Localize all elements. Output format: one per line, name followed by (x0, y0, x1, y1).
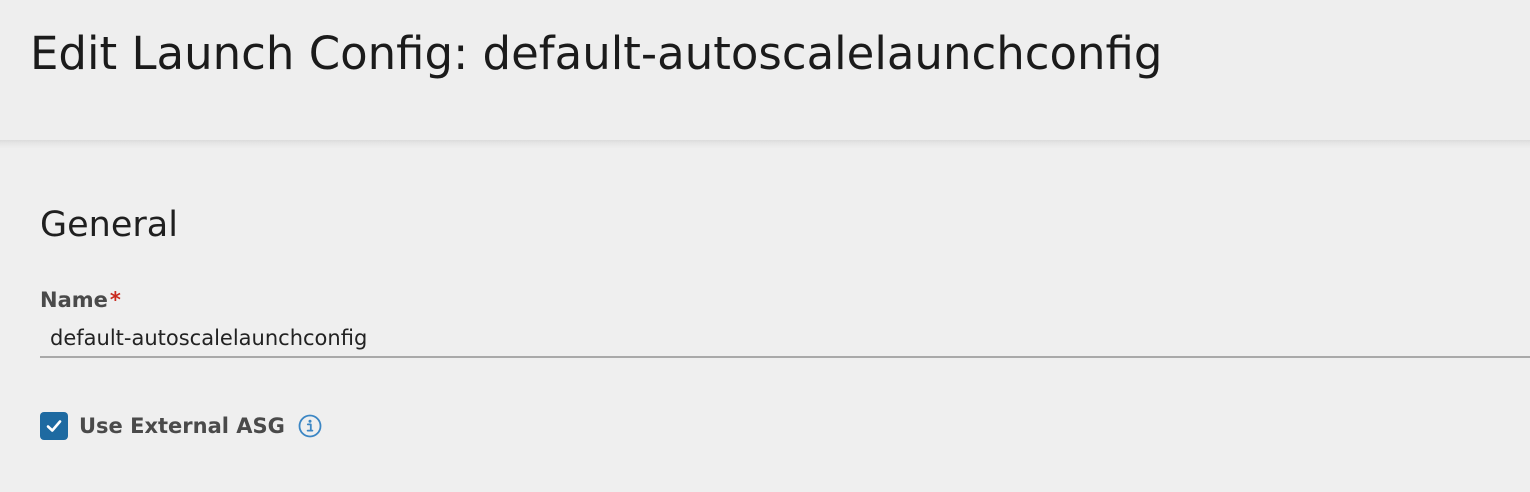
header-divider (0, 140, 1530, 148)
required-indicator: * (109, 288, 121, 312)
use-external-asg-checkbox[interactable] (40, 412, 68, 440)
edit-form: General Name* Use External ASG (0, 148, 1530, 492)
name-input[interactable] (40, 320, 1530, 358)
use-external-asg-label[interactable]: Use External ASG (79, 414, 285, 438)
name-field-label: Name* (40, 286, 121, 314)
checkmark-icon (46, 420, 62, 432)
info-circle-icon[interactable] (297, 413, 323, 439)
name-label-text: Name (40, 288, 108, 312)
section-title-general: General (40, 205, 178, 245)
page-title: Edit Launch Config: default-autoscalelau… (30, 27, 1163, 80)
page-header: Edit Launch Config: default-autoscalelau… (0, 0, 1530, 140)
use-external-asg-row: Use External ASG (40, 411, 323, 441)
